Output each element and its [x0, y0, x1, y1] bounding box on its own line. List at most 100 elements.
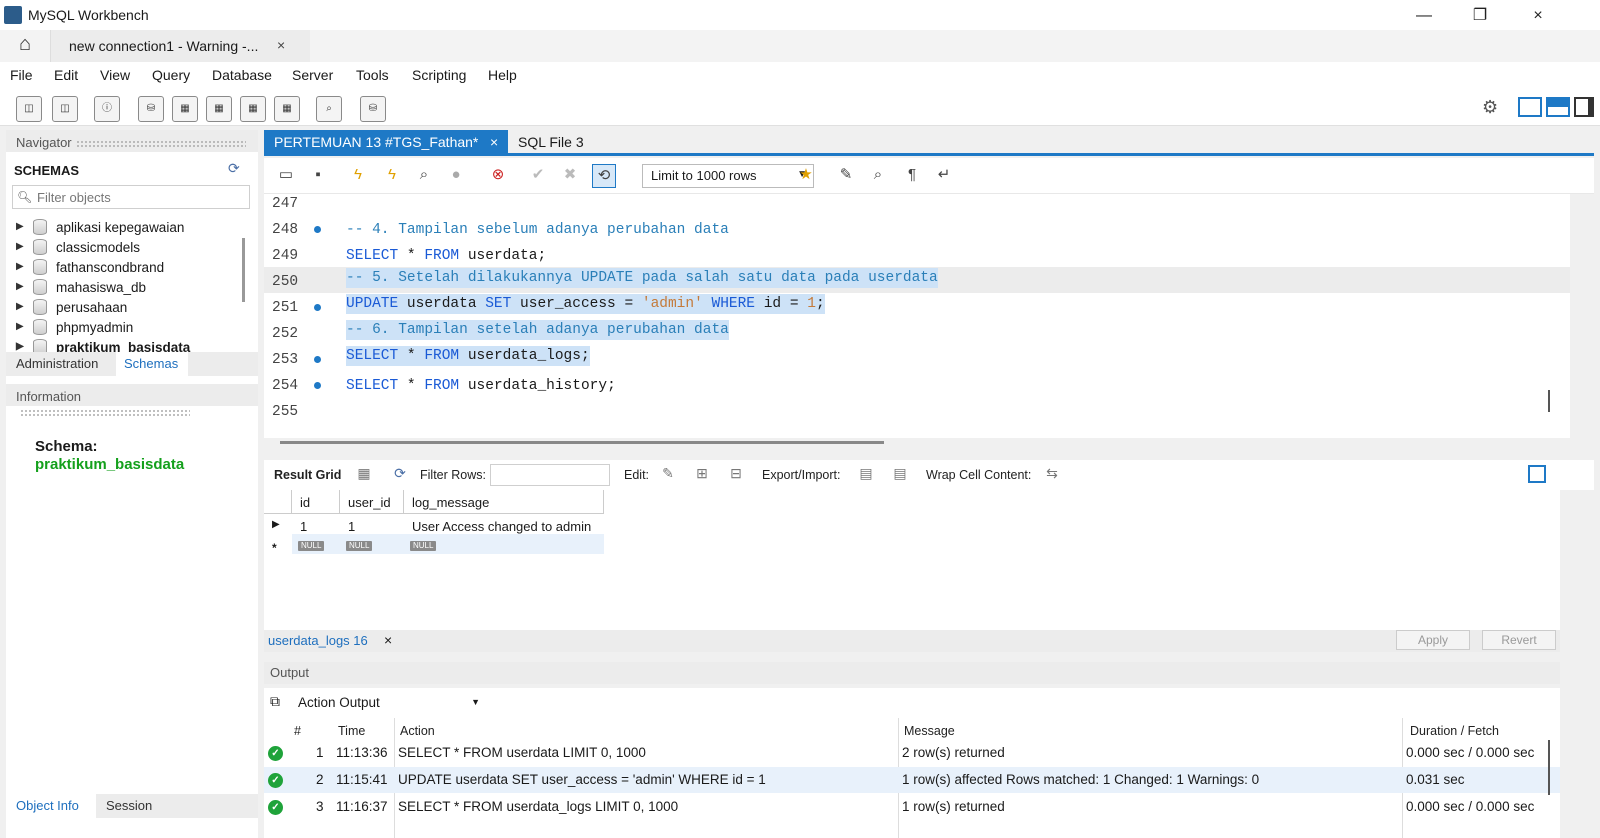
editor-vertical-scrollbar[interactable]	[1548, 390, 1550, 412]
refresh-icon[interactable]: ⟳	[228, 160, 240, 177]
tab-object-info[interactable]: Object Info	[6, 794, 96, 818]
menu-scripting[interactable]: Scripting	[412, 67, 466, 83]
menu-tools[interactable]: Tools	[356, 67, 389, 83]
connection-tab-bar: ⌂ new connection1 - Warning -... ×	[0, 30, 1600, 62]
apply-button[interactable]: Apply	[1396, 630, 1470, 650]
column-header-log-message[interactable]: log_message	[404, 490, 604, 514]
schema-list-scrollbar[interactable]	[242, 238, 245, 302]
refresh-rows-icon[interactable]: ⟳	[390, 465, 410, 485]
toggle-secondary-sidebar-icon[interactable]	[1574, 97, 1594, 117]
toggle-sidebar-icon[interactable]	[1518, 97, 1542, 117]
null-cell[interactable]: NULL	[290, 533, 332, 553]
tab-administration[interactable]: Administration	[6, 352, 114, 376]
output-row[interactable]: ✓ 3 11:16:37 SELECT * FROM userdata_logs…	[264, 794, 1560, 820]
settings-icon[interactable]: ⚙	[1482, 97, 1498, 118]
restore-button[interactable]: ❐	[1460, 4, 1500, 28]
form-editor-icon[interactable]	[1528, 465, 1546, 483]
null-cell[interactable]: NULL	[402, 533, 444, 553]
close-window-button[interactable]: ×	[1518, 4, 1558, 28]
connection-tab[interactable]: new connection1 - Warning -... ×	[50, 30, 310, 62]
add-snippet-icon[interactable]: ★	[794, 164, 818, 188]
expand-arrow-icon[interactable]: ▶	[16, 221, 24, 232]
new-sql-tab-icon[interactable]: ◫	[16, 96, 42, 122]
expand-arrow-icon[interactable]: ▶	[16, 301, 24, 312]
open-file-icon[interactable]: ▭	[274, 164, 298, 188]
editor-tab-bar: PERTEMUAN 13 #TGS_Fathan* × SQL File 3	[264, 130, 1594, 156]
sql-code-editor[interactable]: 247 248 -- 4. Tampilan sebelum adanya pe…	[264, 194, 1570, 438]
menu-help[interactable]: Help	[488, 67, 517, 83]
expand-arrow-icon[interactable]: ▶	[16, 241, 24, 252]
copy-icon[interactable]: ⧉	[270, 693, 280, 710]
output-type-select[interactable]: Action Output ▼	[292, 692, 482, 714]
column-header-user-id[interactable]: user_id	[340, 490, 404, 514]
execute-current-icon[interactable]: ϟ	[380, 164, 404, 188]
revert-button[interactable]: Revert	[1482, 630, 1556, 650]
tab-schemas[interactable]: Schemas	[116, 352, 188, 376]
main-toolbar: ◫ ◫ ⓘ ⛁ ▦ ▦ ▦ ▦ ⌕ ⛁ ⚙	[0, 90, 1600, 126]
expand-arrow-icon[interactable]: ▶	[16, 341, 24, 352]
create-schema-icon[interactable]: ⛁	[138, 96, 164, 122]
autocommit-icon[interactable]: ⟲	[592, 164, 616, 188]
toggle-output-icon[interactable]	[1546, 97, 1570, 117]
output-row[interactable]: ✓ 2 11:15:41 UPDATE userdata SET user_ac…	[264, 767, 1560, 793]
database-icon	[33, 279, 47, 295]
tab-session[interactable]: Session	[98, 794, 168, 818]
open-sql-script-icon[interactable]: ◫	[52, 96, 78, 122]
reconnect-icon[interactable]: ⛁	[360, 96, 386, 122]
close-tab-icon[interactable]: ×	[277, 37, 285, 53]
commit-icon[interactable]: ✔	[526, 164, 550, 188]
execute-icon[interactable]: ϟ	[346, 164, 370, 188]
stop-icon[interactable]: ●	[444, 164, 468, 188]
menu-server[interactable]: Server	[292, 67, 333, 83]
null-cell[interactable]: NULL	[338, 533, 380, 553]
word-wrap-icon[interactable]: ↵	[932, 164, 956, 188]
invisible-chars-icon[interactable]: ¶	[900, 164, 924, 188]
wrap-toggle-icon[interactable]: ⇆	[1042, 465, 1062, 485]
create-function-icon[interactable]: ▦	[274, 96, 300, 122]
inspector-icon[interactable]: ⓘ	[94, 96, 120, 122]
result-grid-label[interactable]: Result Grid	[274, 468, 341, 482]
close-tab-icon[interactable]: ×	[490, 134, 498, 150]
filter-objects-input[interactable]	[37, 188, 247, 206]
tab-pertemuan-13[interactable]: PERTEMUAN 13 #TGS_Fathan* ×	[264, 130, 508, 156]
menu-query[interactable]: Query	[152, 67, 190, 83]
expand-arrow-icon[interactable]: ▶	[16, 321, 24, 332]
line-number: 252	[272, 326, 299, 342]
menu-edit[interactable]: Edit	[54, 67, 78, 83]
expand-arrow-icon[interactable]: ▶	[16, 281, 24, 292]
grid-icon[interactable]: ▦	[354, 465, 374, 485]
output-scrollbar[interactable]	[1548, 740, 1550, 795]
import-icon[interactable]: ▤	[890, 465, 910, 485]
toggle-error-icon[interactable]: ⊗	[486, 164, 510, 188]
edit-cell-icon[interactable]: ✎	[658, 465, 678, 485]
home-icon[interactable]: ⌂	[10, 33, 40, 59]
create-view-icon[interactable]: ▦	[206, 96, 232, 122]
row-header-corner	[264, 490, 292, 514]
output-row[interactable]: ✓ 1 11:13:36 SELECT * FROM userdata LIMI…	[264, 740, 1560, 766]
beautify-icon[interactable]: ✎	[834, 164, 858, 188]
tab-sql-file-3[interactable]: SQL File 3	[518, 134, 584, 150]
delete-row-icon[interactable]: ⊟	[726, 465, 746, 485]
create-table-icon[interactable]: ▦	[172, 96, 198, 122]
filter-rows-input[interactable]	[490, 464, 610, 486]
export-icon[interactable]: ▤	[856, 465, 876, 485]
explain-icon[interactable]: ⌕	[412, 164, 436, 188]
find-icon[interactable]: ⌕	[866, 164, 890, 188]
result-tab-userdata-logs[interactable]: userdata_logs 16	[268, 633, 368, 648]
minimize-button[interactable]: —	[1404, 4, 1444, 28]
col-header-time: Time	[338, 724, 366, 738]
rollback-icon[interactable]: ✖	[558, 164, 582, 188]
close-result-tab-icon[interactable]: ×	[384, 632, 392, 648]
editor-horizontal-scrollbar[interactable]	[280, 441, 884, 444]
expand-arrow-icon[interactable]: ▶	[16, 261, 24, 272]
limit-rows-select[interactable]: Limit to 1000 rows ▼	[642, 164, 814, 188]
column-header-id[interactable]: id	[292, 490, 340, 514]
menu-database[interactable]: Database	[212, 67, 272, 83]
save-icon[interactable]: ▪	[306, 164, 330, 188]
menu-view[interactable]: View	[100, 67, 130, 83]
add-row-icon[interactable]: ⊞	[692, 465, 712, 485]
menu-file[interactable]: File	[10, 67, 33, 83]
create-procedure-icon[interactable]: ▦	[240, 96, 266, 122]
search-table-data-icon[interactable]: ⌕	[316, 96, 342, 122]
export-import-label: Export/Import:	[762, 468, 841, 482]
